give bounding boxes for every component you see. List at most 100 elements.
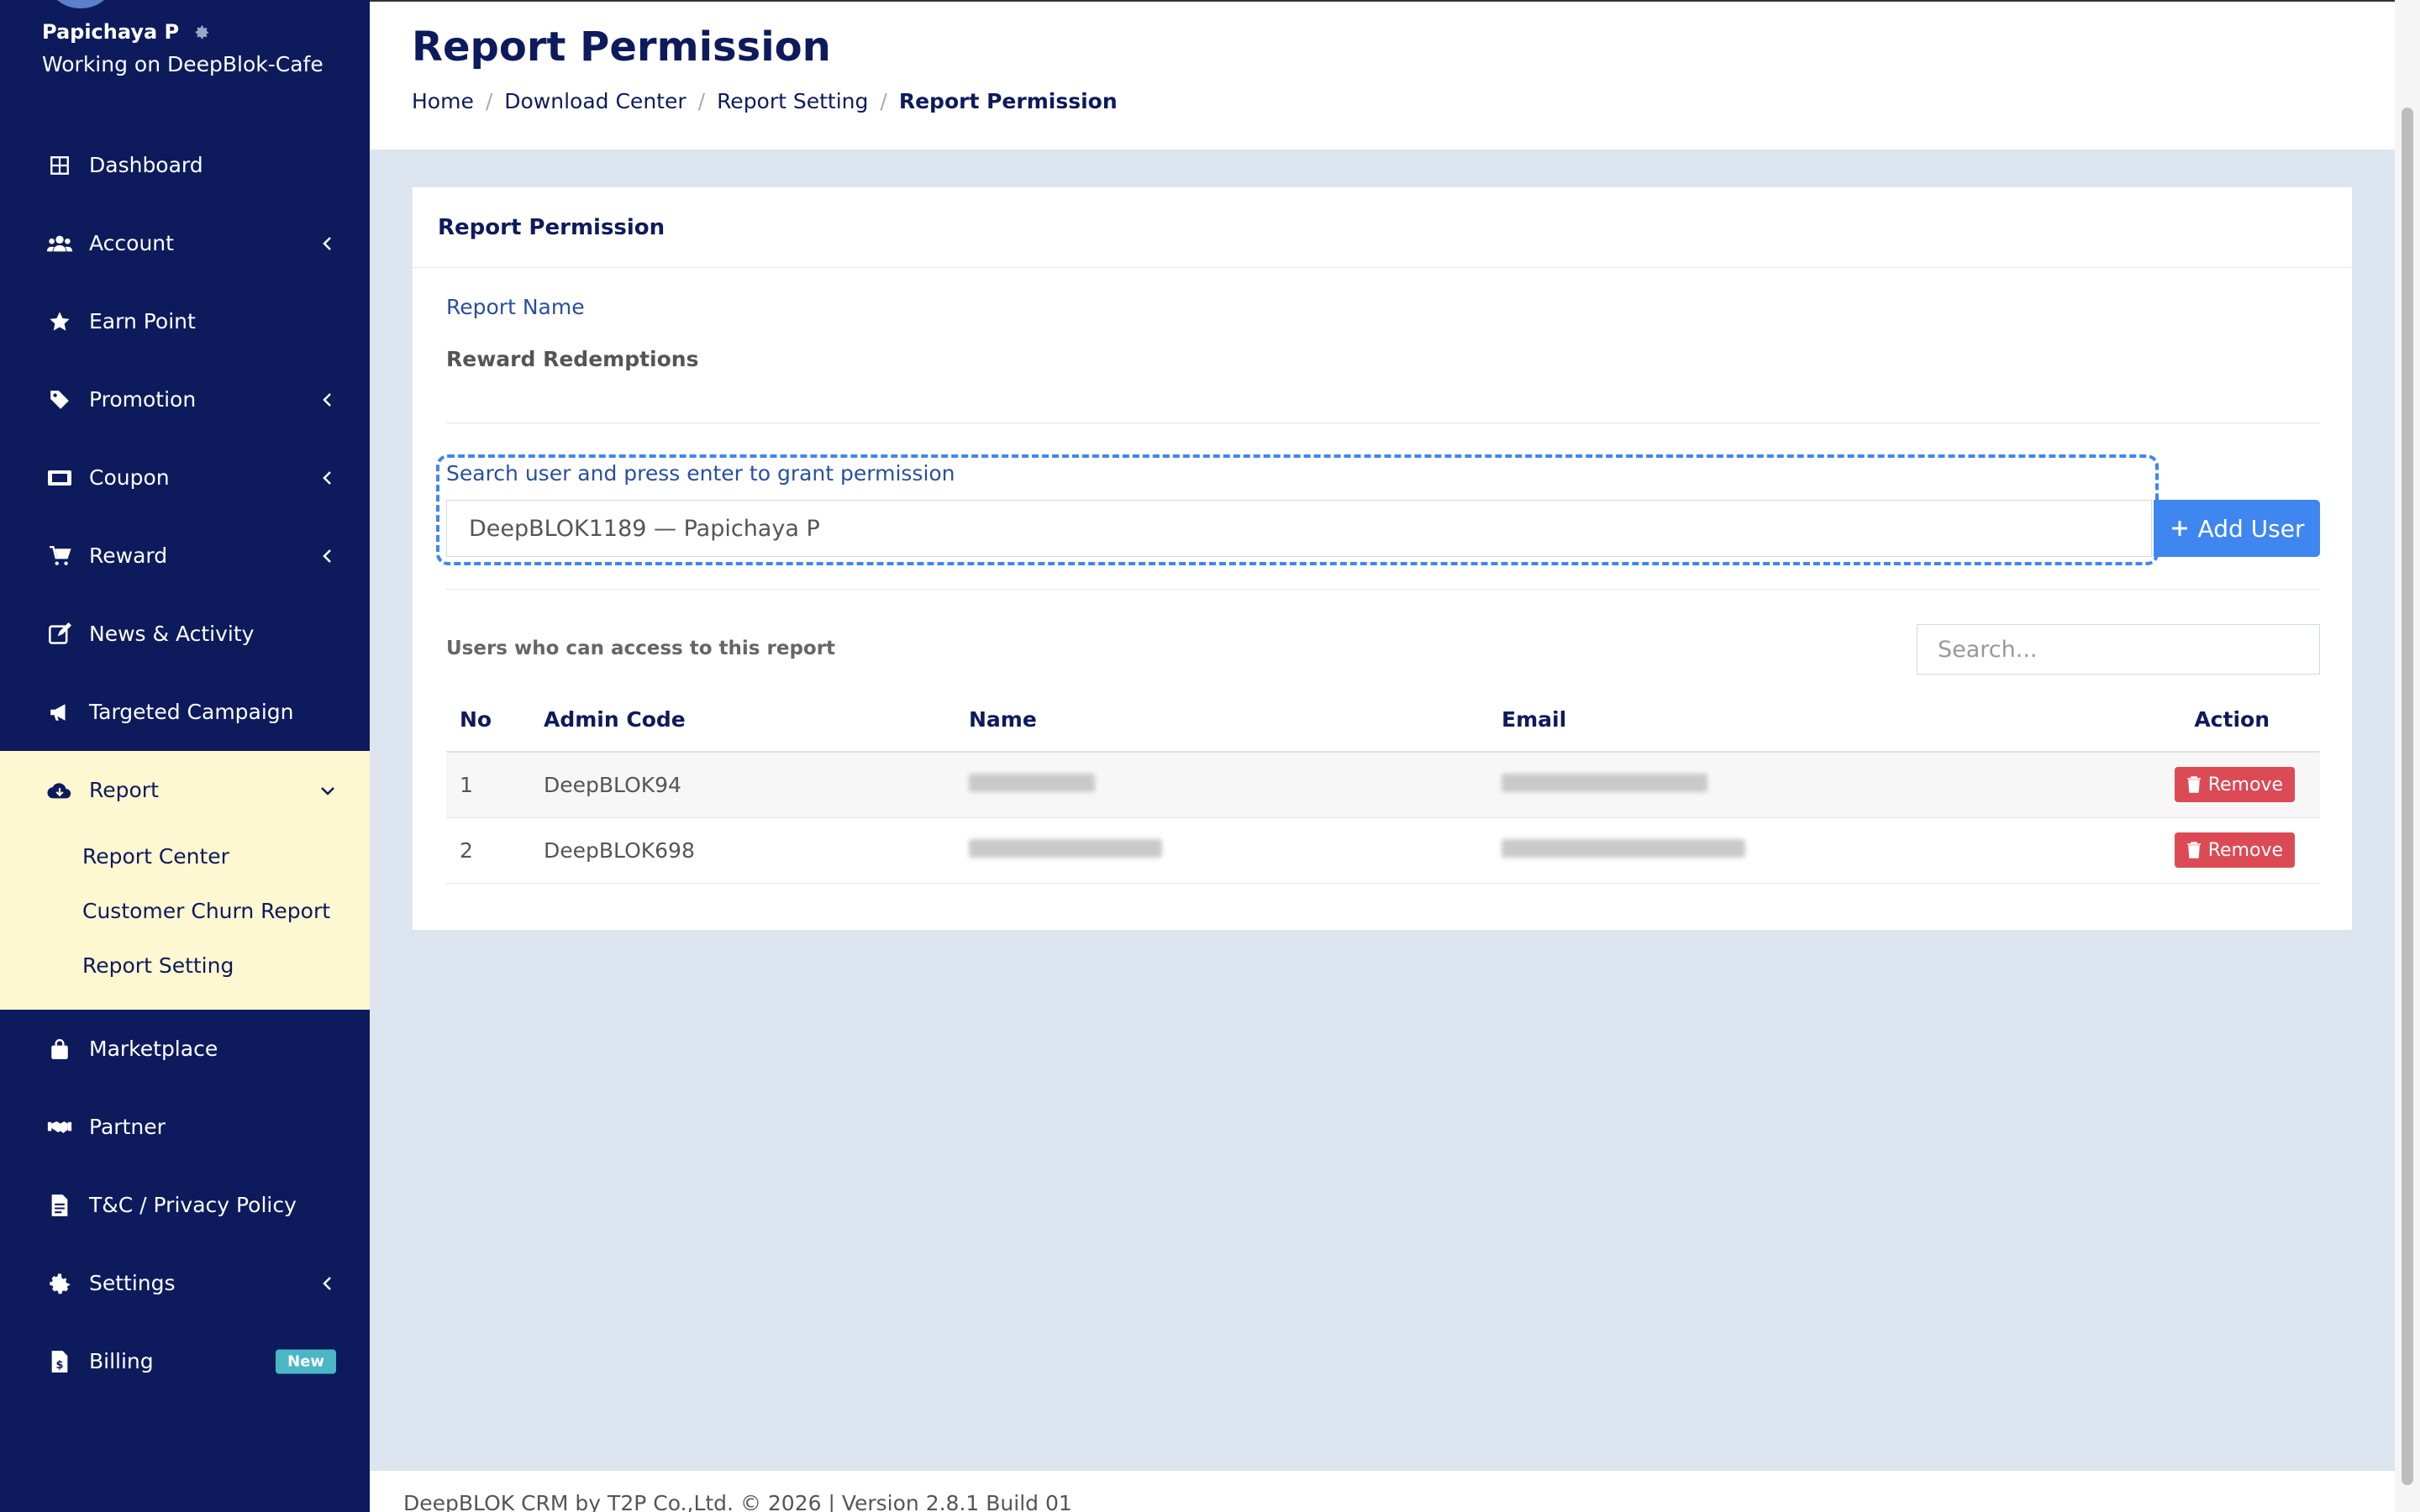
cell-admin-code: DeepBLOK94 xyxy=(530,752,955,818)
new-badge: New xyxy=(276,1349,336,1373)
breadcrumb-report-setting[interactable]: Report Setting xyxy=(717,89,868,113)
cell-action: Remove xyxy=(1992,817,2320,884)
plus-icon xyxy=(2171,521,2187,536)
avatar[interactable] xyxy=(47,0,114,8)
card-title: Report Permission xyxy=(413,187,2352,268)
sidebar-item-account[interactable]: Account xyxy=(0,204,370,282)
sidebar: Papichaya P Working on DeepBlok-Cafe Das… xyxy=(0,0,370,1512)
sidebar-item-label: Marketplace xyxy=(89,1037,218,1061)
column-header-name: Name xyxy=(955,688,1488,753)
sidebar-item-news-activity[interactable]: News & Activity xyxy=(0,595,370,673)
breadcrumb-download-center[interactable]: Download Center xyxy=(504,89,686,113)
user-name-label: Papichaya P xyxy=(42,20,180,44)
sidebar-item-partner[interactable]: Partner xyxy=(0,1088,370,1166)
gear-icon xyxy=(47,1271,72,1296)
sidebar-subitem-customer-churn-report[interactable]: Customer Churn Report xyxy=(0,884,370,938)
cell-name xyxy=(955,752,1488,818)
remove-label: Remove xyxy=(2207,774,2283,795)
column-header-email: Email xyxy=(1488,688,1992,753)
edit-icon xyxy=(47,622,72,647)
column-header-action: Action xyxy=(1992,688,2320,753)
sidebar-item-label: T&C / Privacy Policy xyxy=(89,1193,297,1217)
sidebar-item-label: Partner xyxy=(89,1115,166,1139)
ticket-icon xyxy=(47,465,72,491)
sidebar-item-coupon[interactable]: Coupon xyxy=(0,438,370,517)
table-search-input[interactable] xyxy=(1917,624,2320,675)
remove-button[interactable]: Remove xyxy=(2174,832,2295,868)
sidebar-item-label: Account xyxy=(89,231,174,255)
trash-icon xyxy=(2186,842,2201,858)
user-name: Papichaya P xyxy=(42,20,211,44)
sidebar-item-reward[interactable]: Reward xyxy=(0,517,370,595)
handshake-icon xyxy=(47,1115,72,1140)
report-group-spacer xyxy=(0,993,370,1010)
breadcrumb: Home / Download Center / Report Setting … xyxy=(412,89,1118,113)
star-icon xyxy=(47,309,72,334)
chevron-left-icon xyxy=(323,1276,331,1290)
page-header: Report Permission Home / Download Center… xyxy=(370,0,2395,150)
redacted-name xyxy=(969,838,1162,858)
column-header-no: No xyxy=(446,688,530,753)
users-icon xyxy=(47,231,72,256)
dashboard-icon xyxy=(47,153,72,178)
sidebar-item-label: Settings xyxy=(89,1271,176,1295)
sidebar-subitem-report-center[interactable]: Report Center xyxy=(0,829,370,884)
trash-icon xyxy=(2186,776,2201,793)
remove-label: Remove xyxy=(2207,839,2283,861)
sidebar-item-settings[interactable]: Settings xyxy=(0,1244,370,1322)
chevron-left-icon xyxy=(323,392,331,407)
sidebar-item-billing[interactable]: $ Billing New xyxy=(0,1322,370,1400)
scrollbar-thumb[interactable] xyxy=(2402,108,2413,1485)
cell-email xyxy=(1488,752,1992,818)
tag-icon xyxy=(47,387,72,412)
chevron-left-icon xyxy=(323,470,331,485)
redacted-email xyxy=(1502,838,1745,858)
working-on-label: Working on DeepBlok-Cafe xyxy=(42,52,324,76)
sidebar-item-promotion[interactable]: Promotion xyxy=(0,360,370,438)
sidebar-item-dashboard[interactable]: Dashboard xyxy=(0,126,370,204)
cell-no: 2 xyxy=(446,817,530,884)
page-scrollbar[interactable] xyxy=(2395,0,2420,1512)
chevron-down-icon xyxy=(321,786,334,795)
cloud-download-icon xyxy=(47,778,72,803)
cell-name xyxy=(955,817,1488,884)
bag-icon xyxy=(47,1037,72,1062)
redacted-name xyxy=(969,773,1095,792)
report-name-value: Reward Redemptions xyxy=(446,347,699,371)
breadcrumb-separator: / xyxy=(880,89,887,113)
svg-text:$: $ xyxy=(56,1359,64,1372)
cell-no: 1 xyxy=(446,752,530,818)
report-name-label: Report Name xyxy=(446,295,585,319)
search-user-input[interactable] xyxy=(446,500,2152,557)
divider xyxy=(446,589,2320,590)
breadcrumb-home[interactable]: Home xyxy=(412,89,474,113)
sidebar-item-label: Coupon xyxy=(89,465,170,490)
sidebar-item-targeted-campaign[interactable]: Targeted Campaign xyxy=(0,673,370,751)
breadcrumb-separator: / xyxy=(485,89,493,113)
sidebar-item-marketplace[interactable]: Marketplace xyxy=(0,1010,370,1088)
breadcrumb-separator: / xyxy=(697,89,706,113)
chevron-left-icon xyxy=(323,236,331,250)
sidebar-item-label: Billing xyxy=(89,1349,154,1373)
remove-button[interactable]: Remove xyxy=(2174,767,2295,803)
sidebar-item-label: Dashboard xyxy=(89,153,203,177)
invoice-icon: $ xyxy=(47,1349,72,1374)
file-icon xyxy=(47,1193,72,1218)
report-permission-card: Report Permission Report Name Reward Red… xyxy=(412,186,2353,931)
sidebar-item-tc-privacy[interactable]: T&C / Privacy Policy xyxy=(0,1166,370,1244)
sidebar-item-label: Targeted Campaign xyxy=(89,700,294,724)
breadcrumb-current: Report Permission xyxy=(898,89,1118,113)
sidebar-nav: Dashboard Account Earn Point Promotion C… xyxy=(0,126,370,1400)
sidebar-item-label: Report xyxy=(89,778,159,802)
sidebar-item-earn-point[interactable]: Earn Point xyxy=(0,282,370,360)
table-header-row: No Admin Code Name Email Action xyxy=(446,688,2320,753)
users-table: No Admin Code Name Email Action 1 DeepBL… xyxy=(446,688,2320,884)
sidebar-item-report[interactable]: Report xyxy=(0,751,370,829)
add-user-button[interactable]: Add User xyxy=(2154,500,2320,557)
gear-icon[interactable] xyxy=(192,23,211,41)
table-row: 2 DeepBLOK698 Remove xyxy=(446,817,2320,884)
users-access-label: Users who can access to this report xyxy=(446,638,836,659)
sidebar-item-label: Reward xyxy=(89,543,168,568)
redacted-email xyxy=(1502,773,1707,792)
sidebar-subitem-report-setting[interactable]: Report Setting xyxy=(0,938,370,993)
